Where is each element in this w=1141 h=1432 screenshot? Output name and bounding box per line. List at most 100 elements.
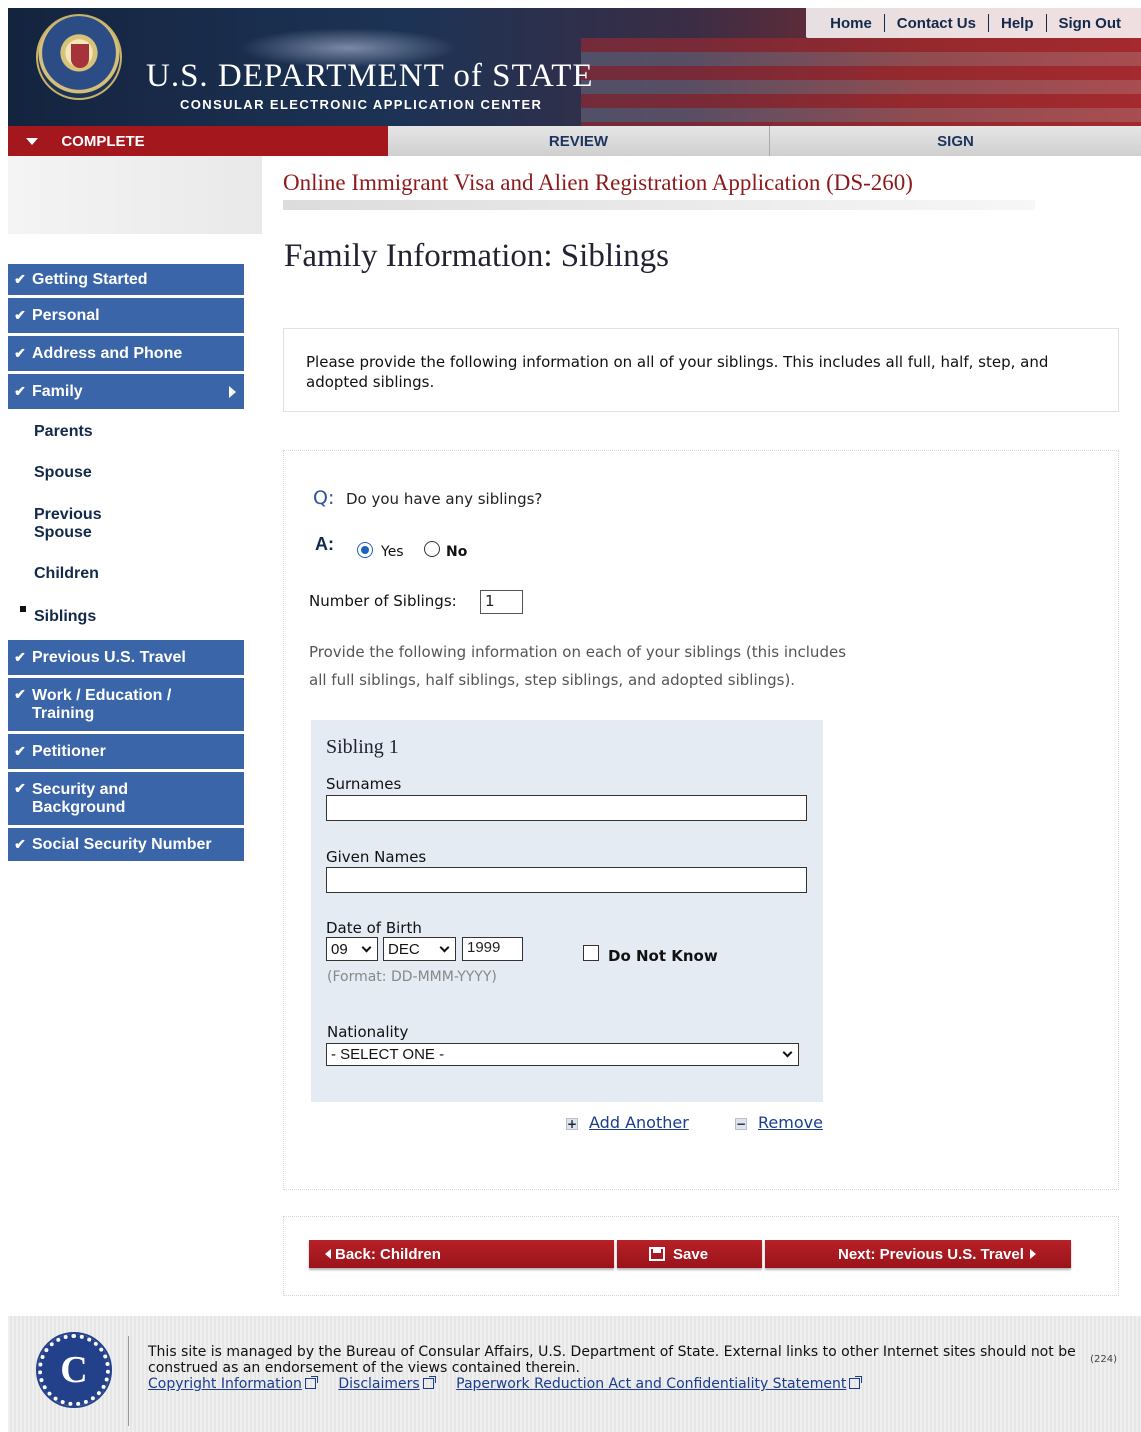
current-page-bullet-icon bbox=[20, 606, 26, 612]
copyright-information-link[interactable]: Copyright Information bbox=[148, 1376, 318, 1392]
save-button-label: Save bbox=[673, 1245, 709, 1263]
back-button[interactable]: Back: Children bbox=[309, 1240, 614, 1268]
sign-out-link[interactable]: Sign Out bbox=[1047, 15, 1134, 32]
sidebar-header-block bbox=[8, 156, 262, 234]
instructions-text: Please provide the following information… bbox=[306, 353, 1049, 391]
progress-tabs: COMPLETE REVIEW SIGN bbox=[8, 126, 1141, 156]
do-not-know-checkbox[interactable] bbox=[583, 945, 599, 961]
nationality-label: Nationality bbox=[327, 1023, 409, 1041]
sidebar-item-address-and-phone[interactable]: ✔ Address and Phone bbox=[8, 336, 244, 374]
application-title: Online Immigrant Visa and Alien Registra… bbox=[283, 170, 913, 195]
check-icon: ✔ bbox=[14, 836, 26, 852]
sidebar-item-social-security-number[interactable]: ✔ Social Security Number bbox=[8, 828, 244, 864]
remove-link[interactable]: Remove bbox=[758, 1113, 823, 1132]
add-icon[interactable]: + bbox=[566, 1118, 578, 1130]
dob-month-select[interactable]: DEC bbox=[383, 937, 456, 961]
sidebar-item-siblings[interactable]: Siblings bbox=[8, 594, 244, 640]
check-icon: ✔ bbox=[14, 307, 26, 323]
sidebar-item-previous-spouse[interactable]: Previous Spouse bbox=[8, 494, 128, 554]
caret-down-icon bbox=[26, 138, 38, 145]
sibling-title: Sibling 1 bbox=[326, 736, 399, 758]
question-text: Do you have any siblings? bbox=[346, 490, 543, 508]
remove-icon[interactable]: − bbox=[735, 1118, 747, 1130]
disclaimers-link[interactable]: Disclaimers bbox=[338, 1376, 436, 1392]
chevron-down-icon bbox=[361, 942, 372, 952]
sidebar-item-label: Social Security Number bbox=[32, 835, 212, 853]
sidebar-item-label: Siblings bbox=[34, 608, 97, 625]
yes-radio-label[interactable]: Yes bbox=[381, 544, 404, 560]
check-icon: ✔ bbox=[14, 686, 26, 702]
answer-marker: A: bbox=[315, 534, 334, 554]
paperwork-reduction-act-label: Paperwork Reduction Act and Confidential… bbox=[456, 1376, 847, 1392]
save-button[interactable]: Save bbox=[617, 1240, 762, 1268]
sidebar-item-label: Security and Background bbox=[32, 780, 129, 816]
sidebar-item-label: Personal bbox=[32, 306, 100, 324]
date-format-hint: (Format: DD-MMM-YYYY) bbox=[327, 969, 497, 985]
given-names-label: Given Names bbox=[326, 848, 427, 866]
check-icon: ✔ bbox=[14, 345, 26, 361]
sidebar-item-previous-us-travel[interactable]: ✔ Previous U.S. Travel bbox=[8, 640, 244, 678]
external-link-icon bbox=[849, 1376, 863, 1389]
sidebar-item-label: Previous U.S. Travel bbox=[32, 648, 186, 666]
page-title: Family Information: Siblings bbox=[284, 238, 669, 274]
footer-links: Copyright Information Disclaimers Paperw… bbox=[148, 1376, 1114, 1392]
sidebar-item-petitioner[interactable]: ✔ Petitioner bbox=[8, 734, 244, 772]
help-link[interactable]: Help bbox=[989, 15, 1046, 32]
sidebar-item-label: Getting Started bbox=[32, 270, 148, 288]
sidebar-item-parents[interactable]: Parents bbox=[8, 412, 244, 452]
sidebar-item-label: Petitioner bbox=[32, 742, 106, 760]
arrow-left-icon bbox=[325, 1249, 331, 1259]
top-links: Home Contact Us Help Sign Out bbox=[806, 8, 1141, 38]
given-names-input[interactable] bbox=[326, 867, 807, 893]
home-link[interactable]: Home bbox=[818, 15, 884, 32]
dob-day-value: 09 bbox=[331, 940, 348, 958]
tab-complete[interactable]: COMPLETE bbox=[8, 126, 388, 156]
dob-year-input[interactable]: 1999 bbox=[462, 937, 523, 961]
dob-month-value: DEC bbox=[388, 940, 420, 958]
site-header: U.S. DEPARTMENT of STATE CONSULAR ELECTR… bbox=[8, 8, 1141, 126]
add-another-link[interactable]: Add Another bbox=[589, 1113, 689, 1132]
no-radio-label[interactable]: No bbox=[446, 544, 467, 560]
nationality-select[interactable]: - SELECT ONE - bbox=[326, 1043, 799, 1066]
sidebar-item-spouse[interactable]: Spouse bbox=[8, 452, 244, 494]
sidebar-item-label: Previous Spouse bbox=[34, 506, 102, 541]
number-of-siblings-input[interactable]: 1 bbox=[480, 590, 523, 614]
sidebar-item-label: Spouse bbox=[34, 464, 92, 481]
next-button-label: Next: Previous U.S. Travel bbox=[838, 1245, 1024, 1263]
footer-page-code: (224) bbox=[1090, 1354, 1117, 1365]
save-disk-icon bbox=[649, 1247, 665, 1261]
contact-us-link[interactable]: Contact Us bbox=[885, 15, 988, 32]
yes-radio[interactable] bbox=[357, 542, 373, 558]
tab-complete-label: COMPLETE bbox=[61, 132, 145, 150]
department-seal-icon bbox=[36, 14, 122, 100]
copyright-information-label: Copyright Information bbox=[148, 1376, 302, 1392]
paperwork-reduction-act-link[interactable]: Paperwork Reduction Act and Confidential… bbox=[456, 1376, 863, 1392]
consular-affairs-logo-icon: C bbox=[36, 1332, 112, 1408]
number-of-siblings-label: Number of Siblings: bbox=[309, 592, 457, 610]
sidebar-item-children[interactable]: Children bbox=[8, 554, 244, 594]
check-icon: ✔ bbox=[14, 271, 26, 287]
nationality-value: - SELECT ONE - bbox=[331, 1046, 445, 1063]
date-of-birth-label: Date of Birth bbox=[326, 919, 422, 937]
sidebar-item-personal[interactable]: ✔ Personal bbox=[8, 298, 244, 336]
next-button[interactable]: Next: Previous U.S. Travel bbox=[765, 1240, 1071, 1268]
department-title: U.S. DEPARTMENT of STATE bbox=[146, 58, 594, 94]
footer-disclaimer-text: This site is managed by the Bureau of Co… bbox=[148, 1344, 1076, 1376]
sidebar-item-getting-started[interactable]: ✔ Getting Started bbox=[8, 264, 244, 298]
no-radio[interactable] bbox=[424, 541, 440, 557]
tab-sign[interactable]: SIGN bbox=[770, 126, 1141, 156]
tab-review[interactable]: REVIEW bbox=[388, 126, 770, 156]
sidebar-item-work-education-training[interactable]: ✔ Work / Education / Training bbox=[8, 678, 244, 734]
do-not-know-label[interactable]: Do Not Know bbox=[608, 947, 718, 965]
sidebar-item-family[interactable]: ✔ Family bbox=[8, 374, 244, 412]
surnames-input[interactable] bbox=[326, 795, 807, 821]
sidebar-item-label: Parents bbox=[34, 423, 93, 440]
sidebar-item-security-and-background[interactable]: ✔ Security and Background bbox=[8, 772, 244, 828]
sidebar-item-label: Children bbox=[34, 565, 99, 582]
sidebar-item-label: Address and Phone bbox=[32, 344, 183, 362]
external-link-icon bbox=[422, 1376, 436, 1389]
dob-day-select[interactable]: 09 bbox=[326, 937, 378, 961]
arrow-right-icon bbox=[229, 385, 236, 398]
footer-text-block: This site is managed by the Bureau of Co… bbox=[148, 1344, 1114, 1392]
title-underline bbox=[283, 200, 1035, 210]
